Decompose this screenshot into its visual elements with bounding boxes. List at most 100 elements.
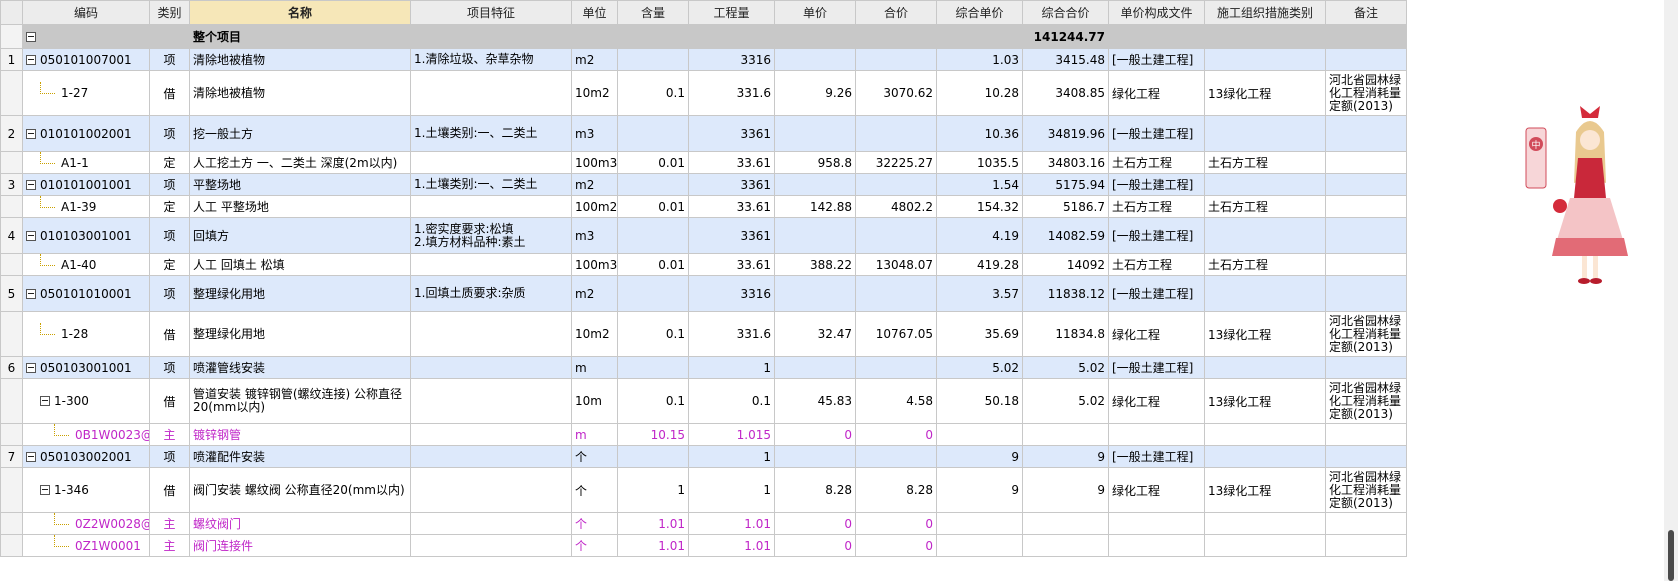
type-cell[interactable]: 定 — [149, 195, 190, 218]
type-cell[interactable]: 项 — [149, 115, 190, 152]
measure-category-cell[interactable] — [1204, 356, 1326, 379]
collapse-toggle-icon[interactable] — [26, 31, 36, 42]
quantity-cell[interactable]: 1.01 — [688, 534, 775, 557]
name-cell[interactable]: 阀门安装 螺纹阀 公称直径20(mm以内) — [189, 467, 411, 513]
col-header-feature[interactable]: 项目特征 — [410, 0, 572, 25]
quantity-cell[interactable]: 3361 — [688, 173, 775, 196]
combined-unit-price-cell[interactable]: 35.69 — [936, 311, 1023, 357]
feature-cell[interactable] — [410, 356, 572, 379]
code-cell[interactable]: 010103001001 — [22, 217, 150, 254]
name-cell[interactable]: 整理绿化用地 — [189, 311, 411, 357]
combined-amount-cell[interactable]: 9 — [1022, 445, 1109, 468]
name-cell[interactable]: 人工挖土方 一、二类土 深度(2m以内) — [189, 151, 411, 174]
quantity-cell[interactable]: 1.01 — [688, 512, 775, 535]
material-row[interactable]: 0Z2W0028@1主螺纹阀门个1.011.0100 — [0, 512, 1407, 535]
unit-cell[interactable]: m3 — [571, 217, 618, 254]
feature-cell[interactable]: 1.回填土质要求:杂质 — [410, 275, 572, 312]
content-cell[interactable]: 0.01 — [617, 151, 689, 174]
code-cell[interactable]: 1-28 — [22, 311, 150, 357]
combined-unit-price-cell[interactable]: 1035.5 — [936, 151, 1023, 174]
bill-item-row[interactable]: 5 050101010001 项整理绿化用地 1.回填土质要求:杂质 m2 3316 3.5… — [0, 275, 1407, 312]
feature-cell[interactable] — [410, 378, 572, 424]
code-cell[interactable]: 1-300 — [22, 378, 150, 424]
unit-cell[interactable]: 个 — [571, 445, 618, 468]
combined-unit-price-cell[interactable]: 1.03 — [936, 48, 1023, 71]
col-header-combined-amount[interactable]: 综合合价 — [1022, 0, 1109, 25]
content-cell[interactable] — [617, 275, 689, 312]
amount-cell[interactable]: 0 — [855, 423, 937, 446]
type-cell[interactable]: 借 — [149, 378, 190, 424]
code-cell[interactable]: 0B1W0023@1 — [22, 423, 150, 446]
material-row[interactable]: 0B1W0023@1主镀锌钢管m10.151.01500 — [0, 423, 1407, 446]
type-cell[interactable]: 项 — [149, 356, 190, 379]
code-cell[interactable]: 1-27 — [22, 70, 150, 116]
content-cell[interactable]: 0.1 — [617, 311, 689, 357]
type-cell[interactable]: 项 — [149, 217, 190, 254]
bill-item-row[interactable]: 2 010101002001 项挖一般土方 1.土壤类别:一、二类土 m3 3361 10.… — [0, 115, 1407, 152]
col-header-type[interactable]: 类别 — [149, 0, 190, 25]
quantity-cell[interactable]: 33.61 — [688, 151, 775, 174]
content-cell[interactable]: 1 — [617, 467, 689, 513]
quantity-cell[interactable]: 1 — [688, 356, 775, 379]
measure-category-cell[interactable] — [1204, 115, 1326, 152]
quantity-cell[interactable]: 3316 — [688, 275, 775, 312]
amount-cell[interactable]: 4802.2 — [855, 195, 937, 218]
collapse-toggle-icon[interactable] — [26, 451, 36, 462]
unit-cell[interactable]: 100m2 — [571, 195, 618, 218]
price-file-cell[interactable] — [1108, 512, 1205, 535]
scrollbar-thumb[interactable] — [1668, 530, 1674, 581]
price-file-cell[interactable]: [一般土建工程] — [1108, 275, 1205, 312]
col-header-amount[interactable]: 合价 — [855, 0, 937, 25]
collapse-toggle-icon[interactable] — [26, 179, 36, 190]
combined-unit-price-cell[interactable] — [936, 423, 1023, 446]
measure-category-cell[interactable] — [1204, 275, 1326, 312]
amount-cell[interactable]: 0 — [855, 534, 937, 557]
quantity-cell[interactable]: 3361 — [688, 115, 775, 152]
feature-cell[interactable] — [410, 467, 572, 513]
combined-unit-price-cell[interactable]: 9 — [936, 445, 1023, 468]
name-cell[interactable]: 螺纹阀门 — [189, 512, 411, 535]
code-cell[interactable]: 0Z1W0001 — [22, 534, 150, 557]
content-cell[interactable]: 0.1 — [617, 70, 689, 116]
price-file-cell[interactable]: 绿化工程 — [1108, 378, 1205, 424]
measure-category-cell[interactable]: 土石方工程 — [1204, 195, 1326, 218]
measure-category-cell[interactable] — [1204, 445, 1326, 468]
unit-cell[interactable]: 100m3 — [571, 253, 618, 276]
note-cell[interactable] — [1325, 253, 1407, 276]
collapse-toggle-icon[interactable] — [26, 230, 36, 241]
combined-unit-price-cell[interactable]: 154.32 — [936, 195, 1023, 218]
quantity-cell[interactable]: 1.015 — [688, 423, 775, 446]
note-cell[interactable] — [1325, 115, 1407, 152]
note-cell[interactable]: 河北省园林绿化工程消耗量定额(2013) — [1325, 311, 1407, 357]
type-cell[interactable]: 项 — [149, 173, 190, 196]
col-header-quantity[interactable]: 工程量 — [688, 0, 775, 25]
unit-price-cell[interactable]: 8.28 — [774, 467, 856, 513]
price-file-cell[interactable]: 绿化工程 — [1108, 467, 1205, 513]
note-cell[interactable] — [1325, 217, 1407, 254]
type-cell[interactable]: 主 — [149, 423, 190, 446]
measure-category-cell[interactable] — [1204, 534, 1326, 557]
amount-cell[interactable]: 32225.27 — [855, 151, 937, 174]
note-cell[interactable] — [1325, 512, 1407, 535]
type-cell[interactable]: 定 — [149, 253, 190, 276]
unit-cell[interactable]: 10m2 — [571, 311, 618, 357]
unit-cell[interactable]: m — [571, 423, 618, 446]
col-header-unit-price[interactable]: 单价 — [774, 0, 856, 25]
name-cell[interactable]: 人工 平整场地 — [189, 195, 411, 218]
amount-cell[interactable] — [855, 173, 937, 196]
content-cell[interactable]: 1.01 — [617, 512, 689, 535]
content-cell[interactable] — [617, 173, 689, 196]
price-file-cell[interactable]: [一般土建工程] — [1108, 445, 1205, 468]
code-cell[interactable]: 050103001001 — [22, 356, 150, 379]
price-file-cell[interactable]: [一般土建工程] — [1108, 173, 1205, 196]
unit-price-cell[interactable]: 0 — [774, 423, 856, 446]
measure-category-cell[interactable]: 土石方工程 — [1204, 253, 1326, 276]
unit-price-cell[interactable] — [774, 445, 856, 468]
combined-amount-cell[interactable] — [1022, 423, 1109, 446]
quantity-cell[interactable]: 331.6 — [688, 311, 775, 357]
col-header-note[interactable]: 备注 — [1325, 0, 1407, 25]
name-cell[interactable]: 管道安装 镀锌钢管(螺纹连接) 公称直径20(mm以内) — [189, 378, 411, 424]
combined-amount-cell[interactable]: 14082.59 — [1022, 217, 1109, 254]
note-cell[interactable]: 河北省园林绿化工程消耗量定额(2013) — [1325, 70, 1407, 116]
name-cell[interactable]: 人工 回填土 松填 — [189, 253, 411, 276]
